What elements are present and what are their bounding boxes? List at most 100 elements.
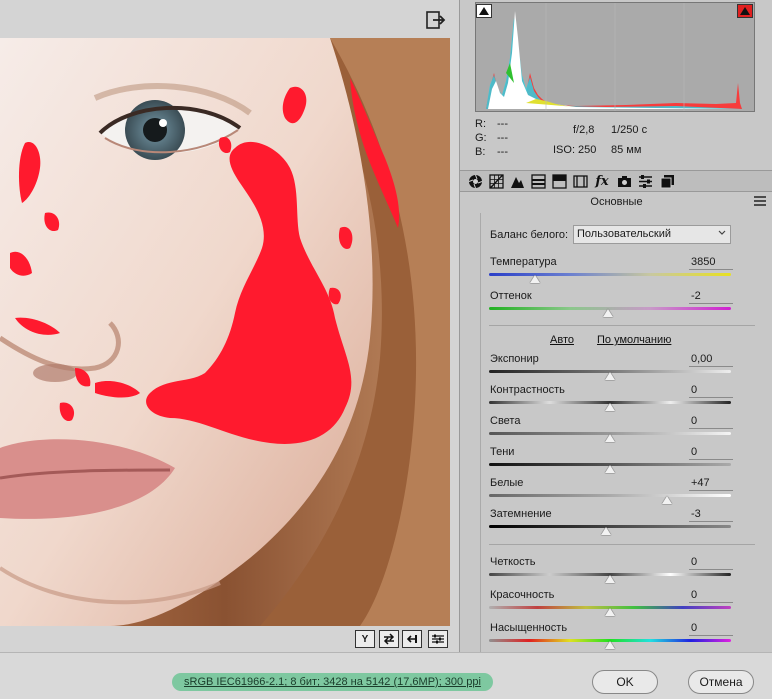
preview-toolbar <box>0 0 459 38</box>
shutter-value: 1/250 с <box>611 124 648 136</box>
tab-snapshots[interactable] <box>658 173 676 190</box>
divider <box>489 544 755 545</box>
snapshots-icon <box>660 175 674 189</box>
slider-value-field[interactable]: 0,00 <box>689 353 733 367</box>
fx-icon: fx <box>595 174 609 189</box>
section-title: Основные <box>590 196 643 208</box>
white-balance-value: Пользовательский <box>577 228 671 240</box>
panel-menu-icon[interactable] <box>754 196 766 206</box>
slider-label: Тени <box>490 446 515 458</box>
hsl-icon <box>530 174 546 189</box>
slider-value-field[interactable]: -2 <box>689 290 733 304</box>
aperture-icon <box>468 174 482 189</box>
b-readout: B: --- <box>475 146 508 158</box>
toggle-settings-button[interactable] <box>428 630 448 648</box>
slider-value-field[interactable]: 0 <box>689 384 733 398</box>
auto-link[interactable]: Авто <box>550 334 574 346</box>
slider-thumb[interactable] <box>605 403 615 411</box>
tab-effects[interactable]: fx <box>593 173 611 190</box>
slider-thumb[interactable] <box>605 372 615 380</box>
tone-curve-icon <box>488 174 504 189</box>
iso-value: ISO: 250 <box>553 144 597 156</box>
mountain-icon <box>510 177 524 188</box>
white-balance-label: Баланс белого: <box>490 229 569 241</box>
slider-value-field[interactable]: 0 <box>689 622 733 636</box>
slider-thumb[interactable] <box>602 309 613 317</box>
ok-button[interactable]: OK <box>592 670 658 694</box>
slider-thumb[interactable] <box>601 527 612 535</box>
chevron-down-icon <box>718 230 726 235</box>
slider-label: Оттенок <box>490 290 532 302</box>
triangle-up-icon <box>479 7 489 15</box>
sliders-icon <box>432 634 444 644</box>
histogram <box>475 2 755 112</box>
histogram-graph <box>476 3 754 111</box>
aperture-value: f/2,8 <box>573 124 595 136</box>
default-link[interactable]: По умолчанию <box>597 334 671 346</box>
slider-value-field[interactable]: -3 <box>689 508 733 522</box>
camera-icon <box>617 176 631 187</box>
slider-thumb[interactable] <box>605 608 615 616</box>
before-after-label: Y <box>361 633 369 645</box>
tab-hsl[interactable] <box>529 173 547 190</box>
slider-value-field[interactable]: 3850 <box>689 256 733 270</box>
slider-thumb[interactable] <box>605 434 615 442</box>
portrait-photo <box>0 38 450 626</box>
tab-detail[interactable] <box>508 173 526 190</box>
slider-label: Четкость <box>490 556 536 568</box>
tab-split-toning[interactable] <box>550 173 568 190</box>
shadow-clipping-toggle[interactable] <box>476 4 492 18</box>
divider <box>489 325 755 326</box>
slider-label: Контрастность <box>490 384 565 396</box>
copy-settings-icon <box>406 635 417 643</box>
slider-label: Красочность <box>490 589 555 601</box>
slider-thumb[interactable] <box>529 275 540 283</box>
slider-value-field[interactable]: 0 <box>689 415 733 429</box>
slider-value-field[interactable]: 0 <box>689 446 733 460</box>
slider-label: Затемнение <box>490 508 552 520</box>
panel-tabs: fx <box>460 170 772 192</box>
slider-thumb[interactable] <box>605 641 615 649</box>
slider-label: Температура <box>490 256 557 268</box>
swap-settings-button[interactable] <box>379 630 399 648</box>
tab-basic[interactable] <box>466 173 484 190</box>
slider-label: Экспонир <box>490 353 539 365</box>
dialog-footer: sRGB IEC61966-2.1; 8 бит; 3428 на 5142 (… <box>0 652 772 699</box>
tab-presets[interactable] <box>636 173 654 190</box>
focal-length-value: 85 мм <box>611 144 642 156</box>
workflow-options-link[interactable]: sRGB IEC61966-2.1; 8 бит; 3428 на 5142 (… <box>172 673 493 691</box>
swap-icon <box>383 633 395 645</box>
slider-thumb[interactable] <box>661 496 672 504</box>
highlight-clipping-toggle[interactable] <box>737 4 753 18</box>
split-toning-icon <box>551 174 567 189</box>
preview-view-controls: Y <box>0 626 459 652</box>
slider-thumb[interactable] <box>605 465 615 473</box>
tab-tone-curve[interactable] <box>487 173 505 190</box>
before-after-toggle-button[interactable]: Y <box>355 630 375 648</box>
slider-thumb[interactable] <box>605 575 615 583</box>
g-readout: G: --- <box>475 132 508 144</box>
slider-value-field[interactable]: 0 <box>689 589 733 603</box>
adjustments-panel: R: --- G: --- B: --- f/2,8 1/250 с ISO: 250… <box>459 0 772 653</box>
tab-camera-calibration[interactable] <box>615 173 633 190</box>
pixel-readout: R: --- G: --- B: --- f/2,8 1/250 с ISO: 250… <box>475 118 765 166</box>
basic-controls: Баланс белого: Пользовательский Авто По … <box>480 213 770 653</box>
photo-canvas[interactable] <box>0 38 450 626</box>
r-readout: R: --- <box>475 118 508 130</box>
slider-value-field[interactable]: 0 <box>689 556 733 570</box>
white-balance-dropdown[interactable]: Пользовательский <box>573 225 731 244</box>
slider-track[interactable] <box>489 494 731 497</box>
slider-label: Насыщенность <box>490 622 568 634</box>
image-preview: Y <box>0 0 459 652</box>
triangle-up-icon <box>740 7 750 15</box>
toggle-fullscreen-icon[interactable] <box>425 9 447 31</box>
copy-settings-button[interactable] <box>402 630 422 648</box>
slider-label: Света <box>490 415 521 427</box>
presets-icon <box>638 175 652 188</box>
tab-lens-corrections[interactable] <box>571 173 589 190</box>
cancel-button[interactable]: Отмена <box>688 670 754 694</box>
slider-track[interactable] <box>489 273 731 276</box>
lens-icon <box>572 175 588 188</box>
slider-value-field[interactable]: +47 <box>689 477 733 491</box>
slider-label: Белые <box>490 477 524 489</box>
